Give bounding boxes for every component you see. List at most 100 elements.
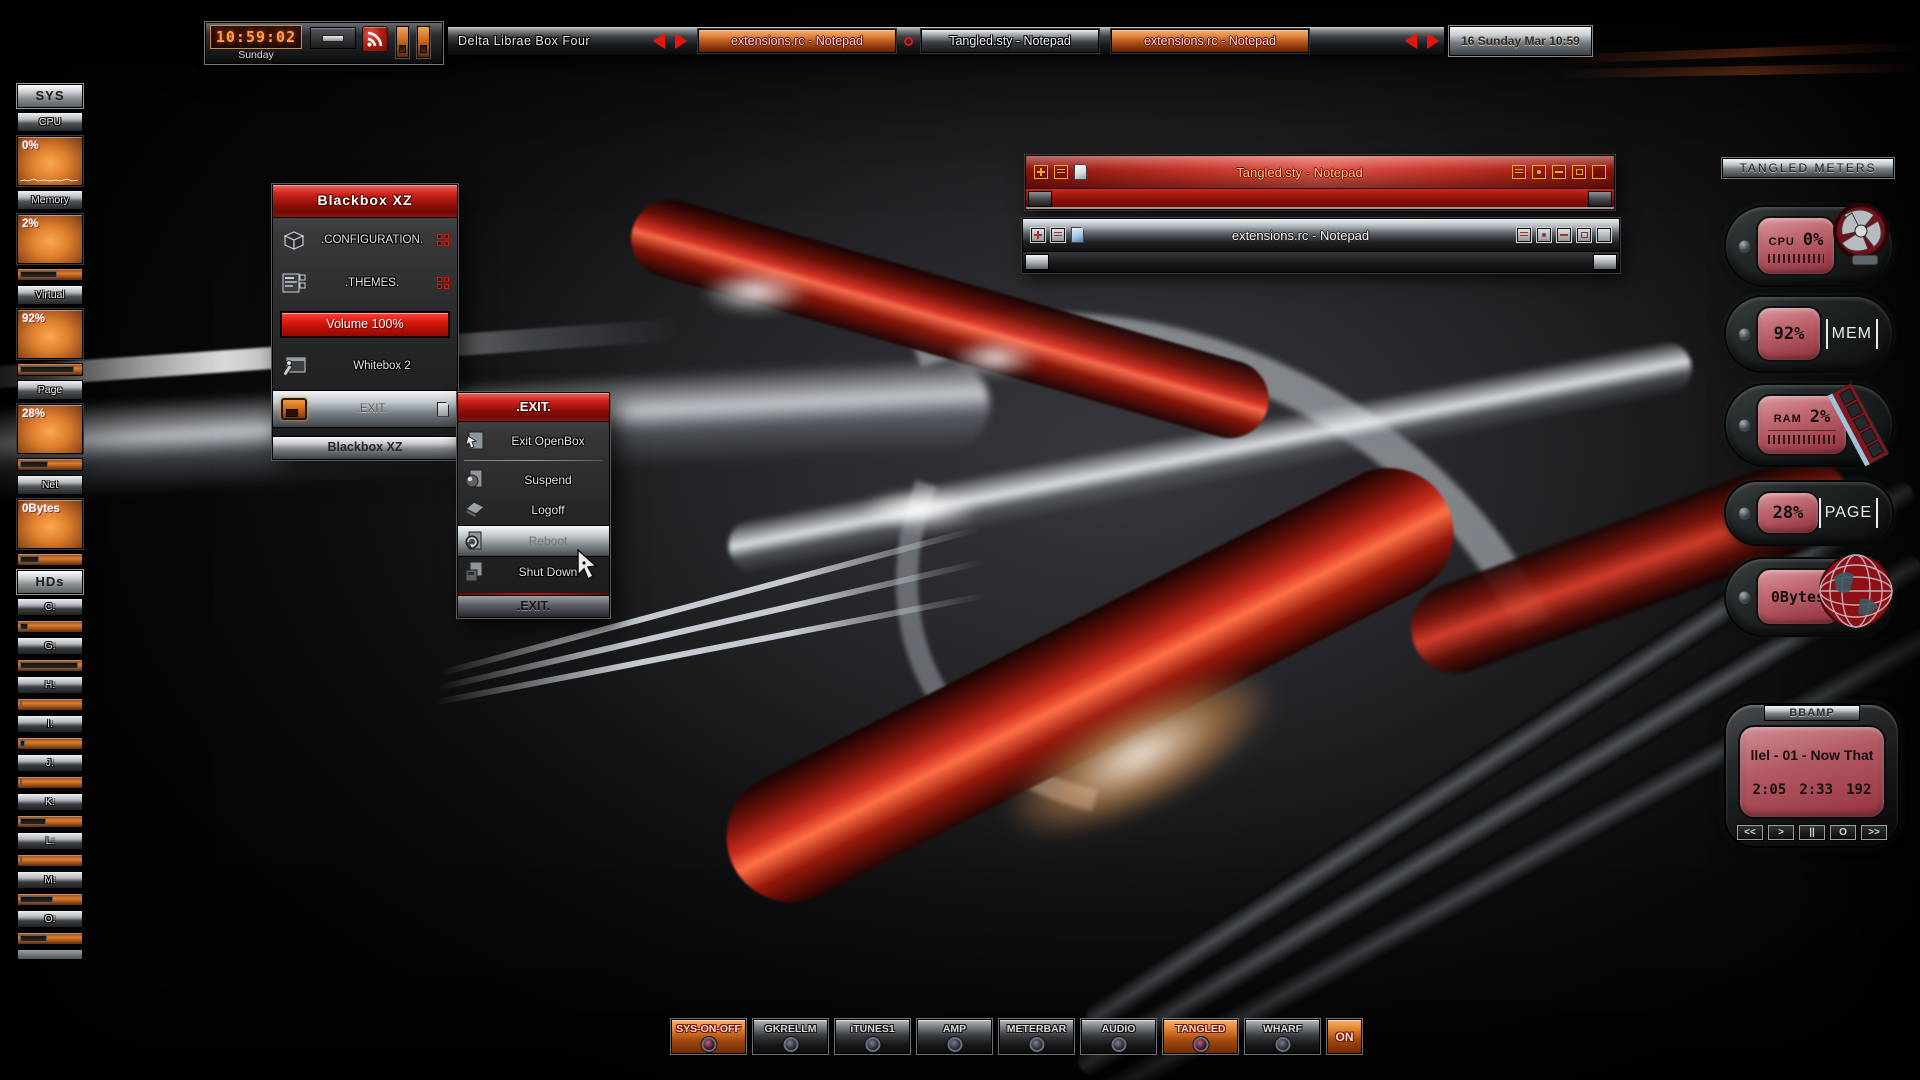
track-title: llel - 01 - Now That bbox=[1746, 747, 1878, 763]
workspace-next-icon[interactable] bbox=[675, 33, 687, 49]
menu-item-exit-openbox[interactable]: Exit OpenBox bbox=[458, 422, 609, 456]
minimize-button[interactable] bbox=[1552, 165, 1566, 179]
prev-button[interactable]: << bbox=[1737, 825, 1763, 840]
virtual-bar bbox=[17, 363, 83, 376]
workspace-name[interactable]: Delta Librae Box Four bbox=[458, 34, 648, 48]
dock-button-itunes1[interactable]: iTUNES1 bbox=[835, 1019, 910, 1054]
sys-header[interactable]: SYS bbox=[17, 84, 83, 108]
menu-item-volume[interactable]: Volume 100% bbox=[281, 312, 449, 337]
bg-vignette bbox=[0, 0, 1920, 1080]
menu-item-reboot[interactable]: Reboot bbox=[458, 525, 609, 557]
workspace-prev-icon[interactable] bbox=[653, 33, 665, 49]
dock-button-gkrellm[interactable]: GKRELLM bbox=[753, 1019, 828, 1054]
drive-label[interactable]: K: bbox=[17, 793, 83, 811]
gauge-ticks bbox=[1768, 254, 1824, 263]
player-title[interactable]: BBAMP bbox=[1764, 705, 1860, 721]
drive-usage-bar bbox=[17, 776, 83, 789]
cpu-gauge-screen: CPU 0% bbox=[1756, 216, 1836, 276]
cpu-graph bbox=[20, 174, 78, 183]
task-button-tangled[interactable]: Tangled.sty - Notepad bbox=[921, 29, 1099, 53]
task-button-extensions-2[interactable]: extensions.rc - Notepad bbox=[1111, 29, 1309, 53]
next-button[interactable]: >> bbox=[1861, 825, 1887, 840]
sticky-button[interactable] bbox=[1537, 228, 1551, 242]
pin-button[interactable] bbox=[1031, 228, 1045, 242]
dock-button-tangled[interactable]: TANGLED bbox=[1163, 1019, 1238, 1054]
taskbar-prev-icon[interactable] bbox=[1405, 33, 1417, 49]
window-title: extensions.rc - Notepad bbox=[1090, 228, 1511, 243]
window-flash-icon[interactable] bbox=[904, 37, 913, 46]
task-button-extensions[interactable]: extensions.rc - Notepad bbox=[698, 29, 896, 53]
close-button[interactable] bbox=[1597, 228, 1611, 242]
drive-label[interactable]: H: bbox=[17, 676, 83, 694]
dock-button-wharf[interactable]: WHARF bbox=[1245, 1019, 1320, 1054]
dock-button-meterbar[interactable]: METERBAR bbox=[999, 1019, 1074, 1054]
drive-label[interactable]: J: bbox=[17, 754, 83, 772]
memory-meter: 2% bbox=[17, 214, 83, 264]
led-icon bbox=[1113, 1039, 1124, 1050]
play-button[interactable]: > bbox=[1768, 825, 1794, 840]
clock-day: Sunday bbox=[210, 49, 302, 62]
clock-dock[interactable]: 10:59:02 Sunday bbox=[205, 22, 443, 64]
window-menu-button[interactable] bbox=[1054, 165, 1068, 179]
led-icon bbox=[1195, 1039, 1206, 1050]
drive-usage-bar bbox=[17, 932, 83, 945]
resize-grip[interactable] bbox=[1588, 191, 1612, 207]
window-menu-button[interactable] bbox=[1051, 228, 1065, 242]
pin-button[interactable] bbox=[1034, 165, 1048, 179]
menu-item-themes[interactable]: .THEMES. bbox=[273, 259, 457, 307]
drive-label[interactable]: I: bbox=[17, 715, 83, 733]
resize-grip[interactable] bbox=[1025, 254, 1049, 270]
menu-item-whitebox[interactable]: Whitebox 2 bbox=[273, 342, 457, 390]
window-extensions-notepad: extensions.rc - Notepad bbox=[1022, 218, 1620, 273]
stop-button[interactable]: O bbox=[1830, 825, 1856, 840]
bbamp-player: BBAMP llel - 01 - Now That 2:05 2:33 192… bbox=[1726, 705, 1898, 846]
date-display[interactable]: 16 Sunday Mar 10:59 bbox=[1449, 26, 1592, 56]
shade-button[interactable] bbox=[1512, 165, 1526, 179]
led-icon bbox=[1031, 1039, 1042, 1050]
menu-item-shutdown[interactable]: Shut Down bbox=[458, 557, 609, 587]
volume-fader-icon[interactable] bbox=[417, 26, 430, 58]
virtual-value: 92% bbox=[22, 313, 45, 325]
dock-button-amp[interactable]: AMP bbox=[917, 1019, 992, 1054]
dock-button-sys-on-off[interactable]: SYS-ON-OFF bbox=[671, 1019, 746, 1054]
dock-button-audio[interactable]: AUDIO bbox=[1081, 1019, 1156, 1054]
pause-button[interactable]: || bbox=[1799, 825, 1825, 840]
menu-item-configuration[interactable]: .CONFIGURATION. bbox=[273, 218, 457, 259]
titlebar[interactable]: extensions.rc - Notepad bbox=[1023, 219, 1619, 251]
minimize-button[interactable] bbox=[1557, 228, 1571, 242]
window-toolbar bbox=[1023, 251, 1619, 272]
maximize-button[interactable] bbox=[1577, 228, 1591, 242]
cpu-meter: 0% bbox=[17, 136, 83, 186]
gauge-label: RAM bbox=[1774, 413, 1802, 425]
hds-header[interactable]: HDs bbox=[17, 570, 83, 594]
menu-footer: Blackbox XZ bbox=[273, 436, 457, 459]
menu-item-exit[interactable]: .EXIT. bbox=[273, 390, 457, 428]
sticky-button[interactable] bbox=[1532, 165, 1546, 179]
maximize-button[interactable] bbox=[1572, 165, 1586, 179]
taskbar-next-icon[interactable] bbox=[1427, 33, 1439, 49]
drive-label[interactable]: O: bbox=[17, 910, 83, 928]
volume-fader-icon[interactable] bbox=[396, 26, 409, 58]
amp-icon bbox=[281, 398, 307, 420]
blackbox-root-menu: Blackbox XZ .CONFIGURATION. .THEMES. Vol… bbox=[272, 184, 458, 460]
minimized-window-button[interactable] bbox=[310, 27, 356, 49]
drive-label[interactable]: M: bbox=[17, 871, 83, 889]
dock-button-on[interactable]: ON bbox=[1327, 1019, 1362, 1054]
close-button[interactable] bbox=[1592, 165, 1606, 179]
resize-grip[interactable] bbox=[1593, 254, 1617, 270]
menu-item-logoff[interactable]: Logoff bbox=[458, 495, 609, 525]
dash-icon bbox=[322, 35, 344, 42]
notepad-icon bbox=[1074, 164, 1087, 180]
page-flip-icon bbox=[437, 402, 449, 417]
rss-icon[interactable] bbox=[362, 26, 388, 52]
titlebar[interactable]: Tangled.sty - Notepad bbox=[1026, 156, 1614, 188]
menu-item-suspend[interactable]: Suspend bbox=[458, 465, 609, 495]
submenu-grid-icon bbox=[437, 277, 449, 289]
total-time: 2:33 bbox=[1799, 782, 1833, 798]
shade-button[interactable] bbox=[1517, 228, 1531, 242]
resize-grip[interactable] bbox=[1028, 191, 1052, 207]
themes-icon bbox=[281, 271, 307, 295]
drive-label[interactable]: C: bbox=[17, 598, 83, 616]
drive-label[interactable]: G: bbox=[17, 637, 83, 655]
drive-label[interactable]: L: bbox=[17, 832, 83, 850]
